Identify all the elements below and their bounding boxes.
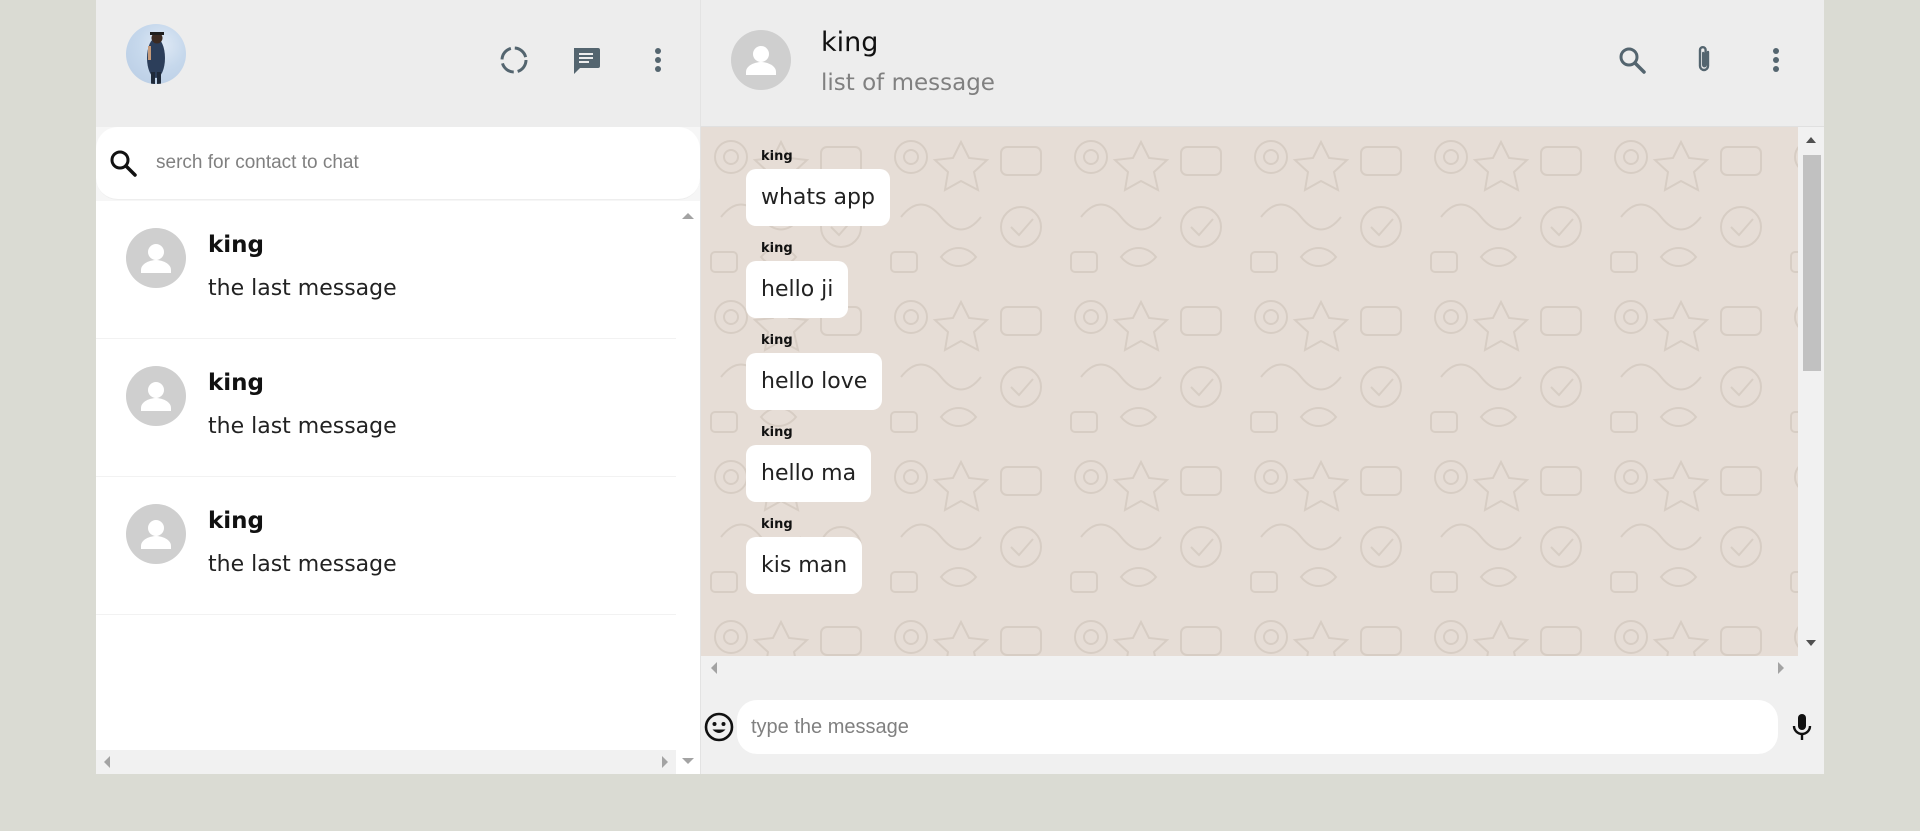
- person-icon: [141, 382, 171, 411]
- message-bubble: hello ji: [746, 261, 849, 318]
- person-icon: [141, 520, 171, 549]
- message-list: king whats app king hello ji king hello …: [746, 149, 890, 609]
- message: king hello love: [746, 333, 890, 410]
- scroll-right-arrow-icon[interactable]: [1778, 662, 1784, 674]
- chat-list-vertical-scrollbar[interactable]: [676, 201, 700, 774]
- message: king hello ji: [746, 241, 890, 318]
- contact-name: king: [208, 370, 265, 396]
- chat-header: king list of message: [701, 0, 1824, 127]
- contact-avatar[interactable]: [731, 30, 791, 90]
- person-icon: [141, 244, 171, 273]
- message: king whats app: [746, 149, 890, 226]
- message-bubble: kis man: [746, 537, 863, 594]
- contact-avatar: [126, 366, 186, 426]
- last-message: the last message: [208, 552, 397, 577]
- message-sender: king: [761, 149, 793, 164]
- sidebar: king the last message king the last mess…: [96, 0, 701, 774]
- chat-list-horizontal-scrollbar[interactable]: [96, 750, 676, 774]
- chat-list-item[interactable]: king the last message: [96, 339, 676, 477]
- sidebar-header-actions: [498, 44, 674, 76]
- search-icon: [108, 148, 138, 178]
- last-message: the last message: [208, 414, 397, 439]
- scroll-left-arrow-icon[interactable]: [711, 662, 717, 674]
- message-sender: king: [761, 333, 793, 348]
- message-horizontal-scrollbar[interactable]: [701, 656, 1824, 680]
- chat-title: king: [821, 27, 879, 58]
- scroll-right-arrow-icon[interactable]: [662, 756, 668, 768]
- message-area: king whats app king hello ji king hello …: [701, 127, 1824, 656]
- message-bubble: hello love: [746, 353, 883, 410]
- attach-icon[interactable]: [1688, 44, 1720, 76]
- new-chat-icon[interactable]: [570, 44, 602, 76]
- sidebar-header: [96, 0, 700, 127]
- menu-icon[interactable]: [1760, 44, 1792, 76]
- message-sender: king: [761, 517, 793, 532]
- last-message: the last message: [208, 276, 397, 301]
- scroll-down-arrow-icon[interactable]: [1806, 640, 1816, 646]
- search-box: [96, 127, 700, 200]
- chat-list: king the last message king the last mess…: [96, 201, 700, 774]
- contact-name: king: [208, 232, 265, 258]
- message-composer: [701, 680, 1824, 774]
- message: king kis man: [746, 517, 890, 594]
- contact-name: king: [208, 508, 265, 534]
- message: king hello ma: [746, 425, 890, 502]
- message-bubble: whats app: [746, 169, 890, 226]
- search-icon[interactable]: [1616, 44, 1648, 76]
- search-bar: [96, 127, 700, 201]
- contact-avatar: [126, 228, 186, 288]
- scroll-left-arrow-icon[interactable]: [104, 756, 110, 768]
- chat-list-item[interactable]: king the last message: [96, 201, 676, 339]
- message-vertical-scrollbar[interactable]: [1798, 127, 1824, 656]
- microphone-icon[interactable]: [1784, 709, 1820, 745]
- search-input[interactable]: [156, 152, 606, 174]
- emoji-icon[interactable]: [701, 709, 737, 745]
- chat-header-actions: [1616, 44, 1792, 76]
- message-sender: king: [761, 425, 793, 440]
- app-window: king the last message king the last mess…: [96, 0, 1824, 774]
- scroll-up-arrow-icon[interactable]: [1806, 137, 1816, 143]
- message-bubble: hello ma: [746, 445, 872, 502]
- scrollbar-thumb[interactable]: [1803, 155, 1821, 371]
- message-input[interactable]: [737, 700, 1778, 754]
- user-avatar[interactable]: [126, 24, 186, 84]
- chat-subtitle: list of message: [821, 70, 995, 96]
- person-icon: [746, 46, 776, 75]
- menu-icon[interactable]: [642, 44, 674, 76]
- message-sender: king: [761, 241, 793, 256]
- chat-panel: king list of message king whats app king…: [701, 0, 1824, 774]
- chat-list-item[interactable]: king the last message: [96, 477, 676, 615]
- contact-avatar: [126, 504, 186, 564]
- scroll-up-arrow-icon[interactable]: [682, 213, 694, 219]
- scroll-down-arrow-icon[interactable]: [682, 758, 694, 764]
- status-icon[interactable]: [498, 44, 530, 76]
